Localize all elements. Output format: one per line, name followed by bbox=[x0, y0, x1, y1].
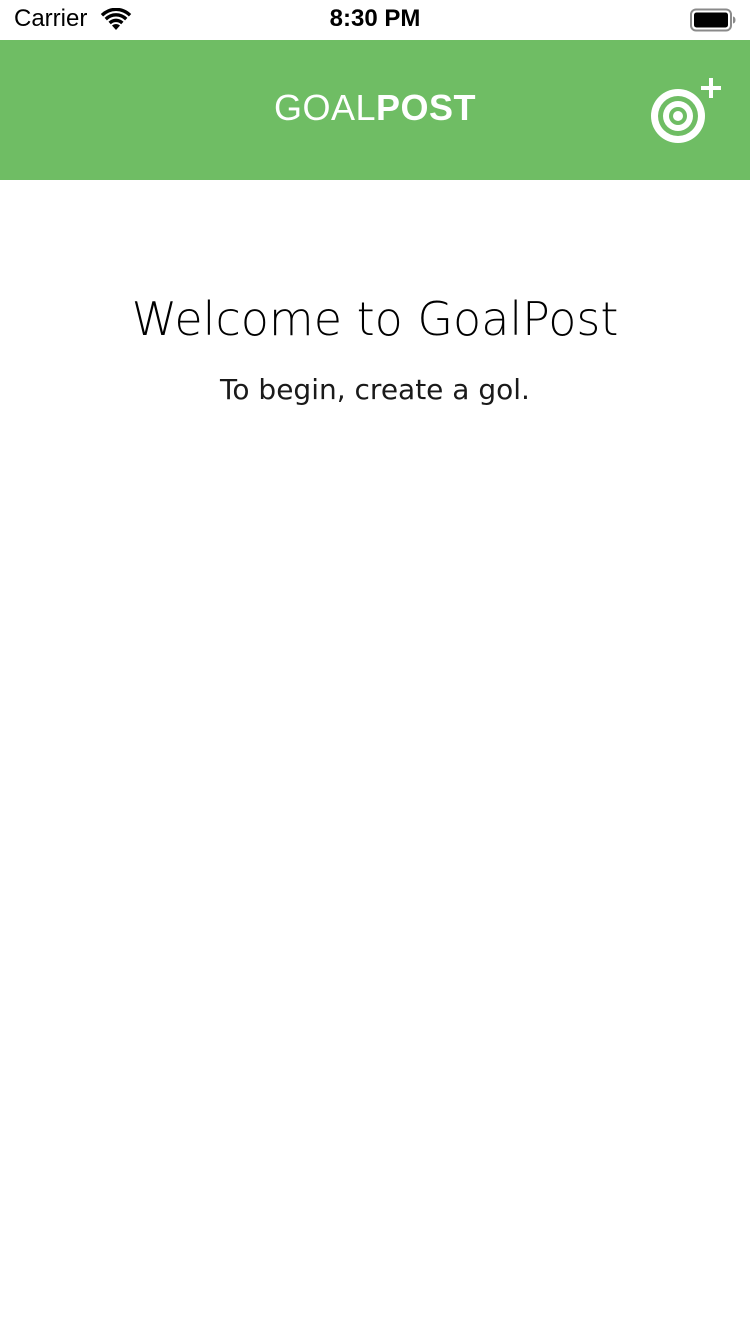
welcome-title: Welcome to GoalPost bbox=[131, 292, 619, 346]
status-time: 8:30 PM bbox=[329, 5, 421, 32]
battery-icon bbox=[690, 8, 736, 32]
app-title: GOALPOST bbox=[0, 87, 750, 129]
target-plus-icon bbox=[651, 78, 721, 143]
add-goal-button[interactable] bbox=[650, 76, 728, 146]
nav-bar: GOALPOST bbox=[0, 40, 750, 180]
app-title-bold: POST bbox=[376, 87, 477, 128]
app-screen: Carrier 8:30 PM GOALPOST Welcome to Goal… bbox=[0, 0, 750, 1334]
status-bar: Carrier 8:30 PM bbox=[0, 0, 750, 40]
welcome-subtitle: To begin, create a gol. bbox=[220, 373, 530, 406]
app-title-light: GOAL bbox=[273, 87, 377, 128]
